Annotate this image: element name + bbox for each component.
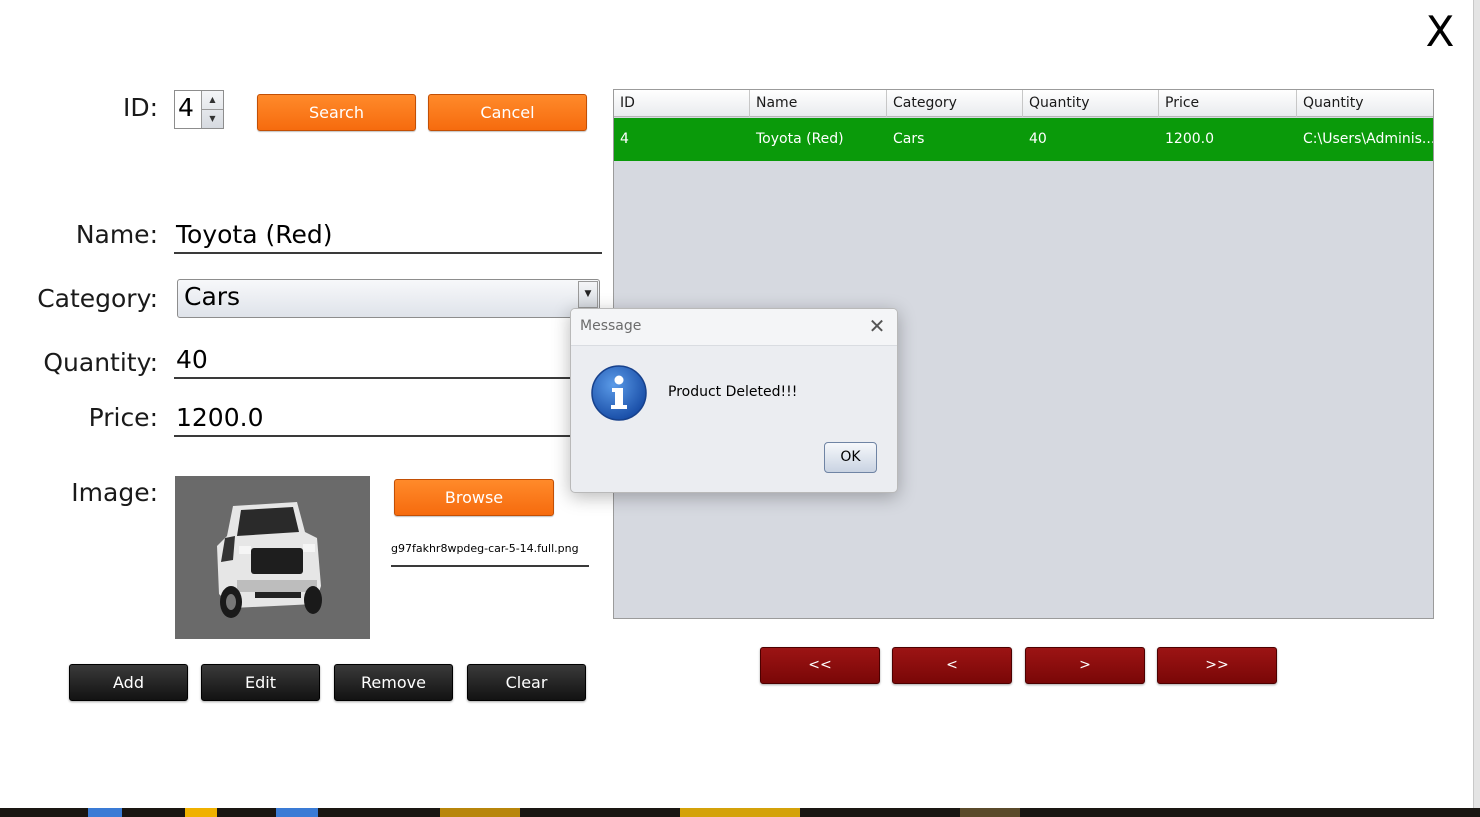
quantity-label: Quantity: xyxy=(43,348,158,377)
taskbar-strip xyxy=(0,808,1480,817)
product-image xyxy=(175,476,370,639)
category-select[interactable]: Cars ▼ xyxy=(177,279,600,318)
image-label: Image: xyxy=(71,478,158,507)
car-image-icon xyxy=(175,476,370,639)
cancel-button[interactable]: Cancel xyxy=(428,94,587,131)
quantity-field[interactable]: 40 xyxy=(174,342,570,379)
name-field[interactable]: Toyota (Red) xyxy=(174,217,602,254)
ok-button[interactable]: OK xyxy=(824,442,877,473)
category-label: Category: xyxy=(37,284,158,313)
remove-button[interactable]: Remove xyxy=(334,664,453,701)
id-value: 4 xyxy=(178,93,194,122)
image-filename-field: g97fakhr8wpdeg-car-5-14.full.png xyxy=(391,541,589,567)
table-row[interactable]: 4 Toyota (Red) Cars 40 1200.0 C:\Users\A… xyxy=(614,118,1433,161)
name-label: Name: xyxy=(75,220,158,249)
last-record-button[interactable]: >> xyxy=(1157,647,1277,684)
first-record-button[interactable]: << xyxy=(760,647,880,684)
dialog-title: Message xyxy=(580,318,642,334)
add-button[interactable]: Add xyxy=(69,664,188,701)
id-spinner[interactable]: 4 ▲ ▼ xyxy=(174,90,224,129)
spinner-down-icon[interactable]: ▼ xyxy=(202,109,223,127)
category-value: Cars xyxy=(184,282,241,311)
table-header: ID Name Category Quantity Price Quantity xyxy=(614,90,1433,117)
spinner-arrows[interactable]: ▲ ▼ xyxy=(201,91,223,128)
dialog-titlebar[interactable]: Message ✕ xyxy=(571,309,897,346)
cell-quantity: 40 xyxy=(1029,131,1047,147)
window-close-button[interactable]: X xyxy=(1420,8,1460,56)
price-field[interactable]: 1200.0 xyxy=(174,400,570,437)
dropdown-arrow-icon[interactable]: ▼ xyxy=(578,281,598,308)
column-header-category[interactable]: Category xyxy=(887,90,1023,117)
cell-image-path: C:\Users\Adminis... xyxy=(1303,131,1433,147)
dialog-close-icon[interactable]: ✕ xyxy=(866,315,888,337)
cell-category: Cars xyxy=(893,131,925,147)
column-header-name[interactable]: Name xyxy=(750,90,887,117)
cell-id: 4 xyxy=(620,131,629,147)
spinner-up-icon[interactable]: ▲ xyxy=(202,91,223,109)
edit-button[interactable]: Edit xyxy=(201,664,320,701)
column-header-id[interactable]: ID xyxy=(614,90,750,117)
column-header-price[interactable]: Price xyxy=(1159,90,1297,117)
next-record-button[interactable]: > xyxy=(1025,647,1145,684)
cell-name: Toyota (Red) xyxy=(756,131,844,147)
browse-button[interactable]: Browse xyxy=(394,479,554,516)
column-header-image-path[interactable]: Quantity xyxy=(1297,90,1433,117)
window-edge xyxy=(1473,0,1480,817)
message-dialog: Message ✕ Product Deleted!!! OK xyxy=(570,308,898,493)
cell-price: 1200.0 xyxy=(1165,131,1214,147)
dialog-message: Product Deleted!!! xyxy=(668,384,798,400)
id-label: ID: xyxy=(122,93,158,122)
previous-record-button[interactable]: < xyxy=(892,647,1012,684)
column-header-quantity[interactable]: Quantity xyxy=(1023,90,1159,117)
price-label: Price: xyxy=(88,403,158,432)
search-button[interactable]: Search xyxy=(257,94,416,131)
info-icon xyxy=(590,364,648,422)
clear-button[interactable]: Clear xyxy=(467,664,586,701)
